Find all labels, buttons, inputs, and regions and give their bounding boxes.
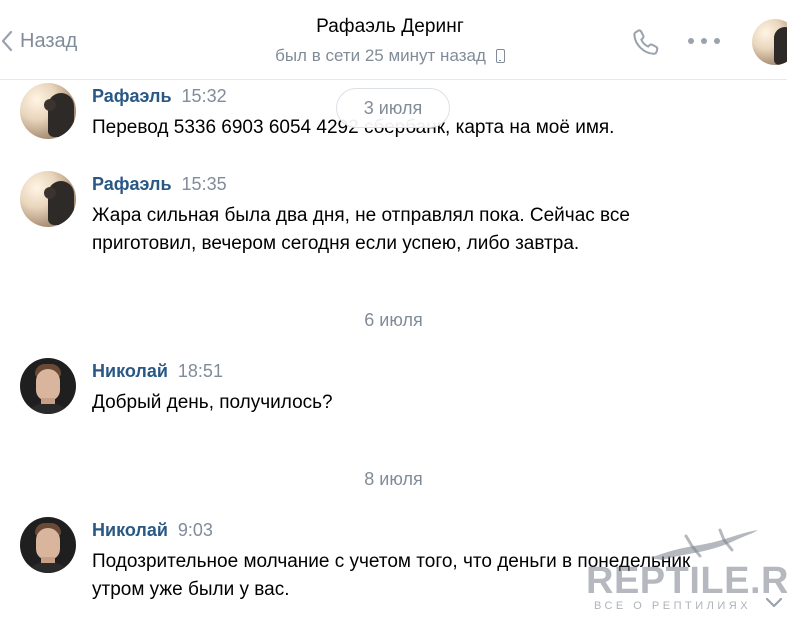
message-meta: Николай 9:03 bbox=[92, 520, 712, 544]
phone-icon[interactable] bbox=[630, 26, 662, 58]
peer-info[interactable]: Рафаэль Деринг был в сети 25 минут назад bbox=[230, 16, 550, 66]
avatar-nikolai[interactable] bbox=[20, 358, 76, 414]
peer-status-text: был в сети 25 минут назад bbox=[275, 46, 486, 65]
more-horizontal-icon[interactable] bbox=[688, 34, 720, 48]
message-text: Подозрительное молчание с учетом того, ч… bbox=[92, 551, 691, 600]
chevron-down-icon[interactable] bbox=[762, 590, 786, 614]
message-author[interactable]: Николай bbox=[92, 361, 168, 382]
message-time[interactable]: 9:03 bbox=[178, 520, 213, 541]
avatar-silhouette bbox=[44, 181, 74, 225]
header-avatar[interactable] bbox=[752, 19, 787, 65]
message-text: Жара сильная была два дня, не отправлял … bbox=[92, 205, 630, 254]
back-label: Назад bbox=[20, 29, 78, 52]
message: Николай 9:03 Подозрительное молчание с у… bbox=[92, 520, 712, 604]
avatar-face bbox=[36, 528, 60, 560]
avatar-silhouette bbox=[44, 93, 74, 137]
message-author[interactable]: Рафаэль bbox=[92, 174, 172, 195]
floating-date: 3 июля bbox=[336, 88, 450, 128]
message-time[interactable]: 15:32 bbox=[182, 86, 227, 107]
message-time[interactable]: 15:35 bbox=[182, 174, 227, 195]
mobile-device-icon bbox=[495, 49, 505, 63]
chevron-left-icon bbox=[1, 30, 13, 52]
dot bbox=[701, 38, 707, 44]
avatar-face bbox=[36, 369, 60, 401]
message-time[interactable]: 18:51 bbox=[178, 361, 223, 382]
avatar-rafael[interactable] bbox=[20, 171, 76, 227]
back-button[interactable]: Назад bbox=[0, 26, 77, 56]
message-author[interactable]: Рафаэль bbox=[92, 86, 172, 107]
avatar-nikolai[interactable] bbox=[20, 517, 76, 573]
peer-status: был в сети 25 минут назад bbox=[230, 46, 550, 66]
message: Рафаэль 15:35 Жара сильная была два дня,… bbox=[92, 174, 712, 258]
date-separator: 8 июля bbox=[364, 469, 423, 489]
dot bbox=[714, 38, 720, 44]
message-text: Добрый день, получилось? bbox=[92, 392, 333, 413]
peer-name: Рафаэль Деринг bbox=[316, 16, 464, 37]
avatar-rafael[interactable] bbox=[20, 83, 76, 139]
avatar-shirt bbox=[26, 563, 70, 573]
message-author[interactable]: Николай bbox=[92, 520, 168, 541]
date-separator: 6 июля bbox=[364, 310, 423, 330]
chat-header: Назад Рафаэль Деринг был в сети 25 минут… bbox=[0, 0, 787, 80]
message-meta: Николай 18:51 bbox=[92, 361, 712, 385]
message: Николай 18:51 Добрый день, получилось? bbox=[92, 361, 712, 417]
message-meta: Рафаэль 15:35 bbox=[92, 174, 712, 198]
dot bbox=[688, 38, 694, 44]
avatar-shirt bbox=[26, 404, 70, 414]
